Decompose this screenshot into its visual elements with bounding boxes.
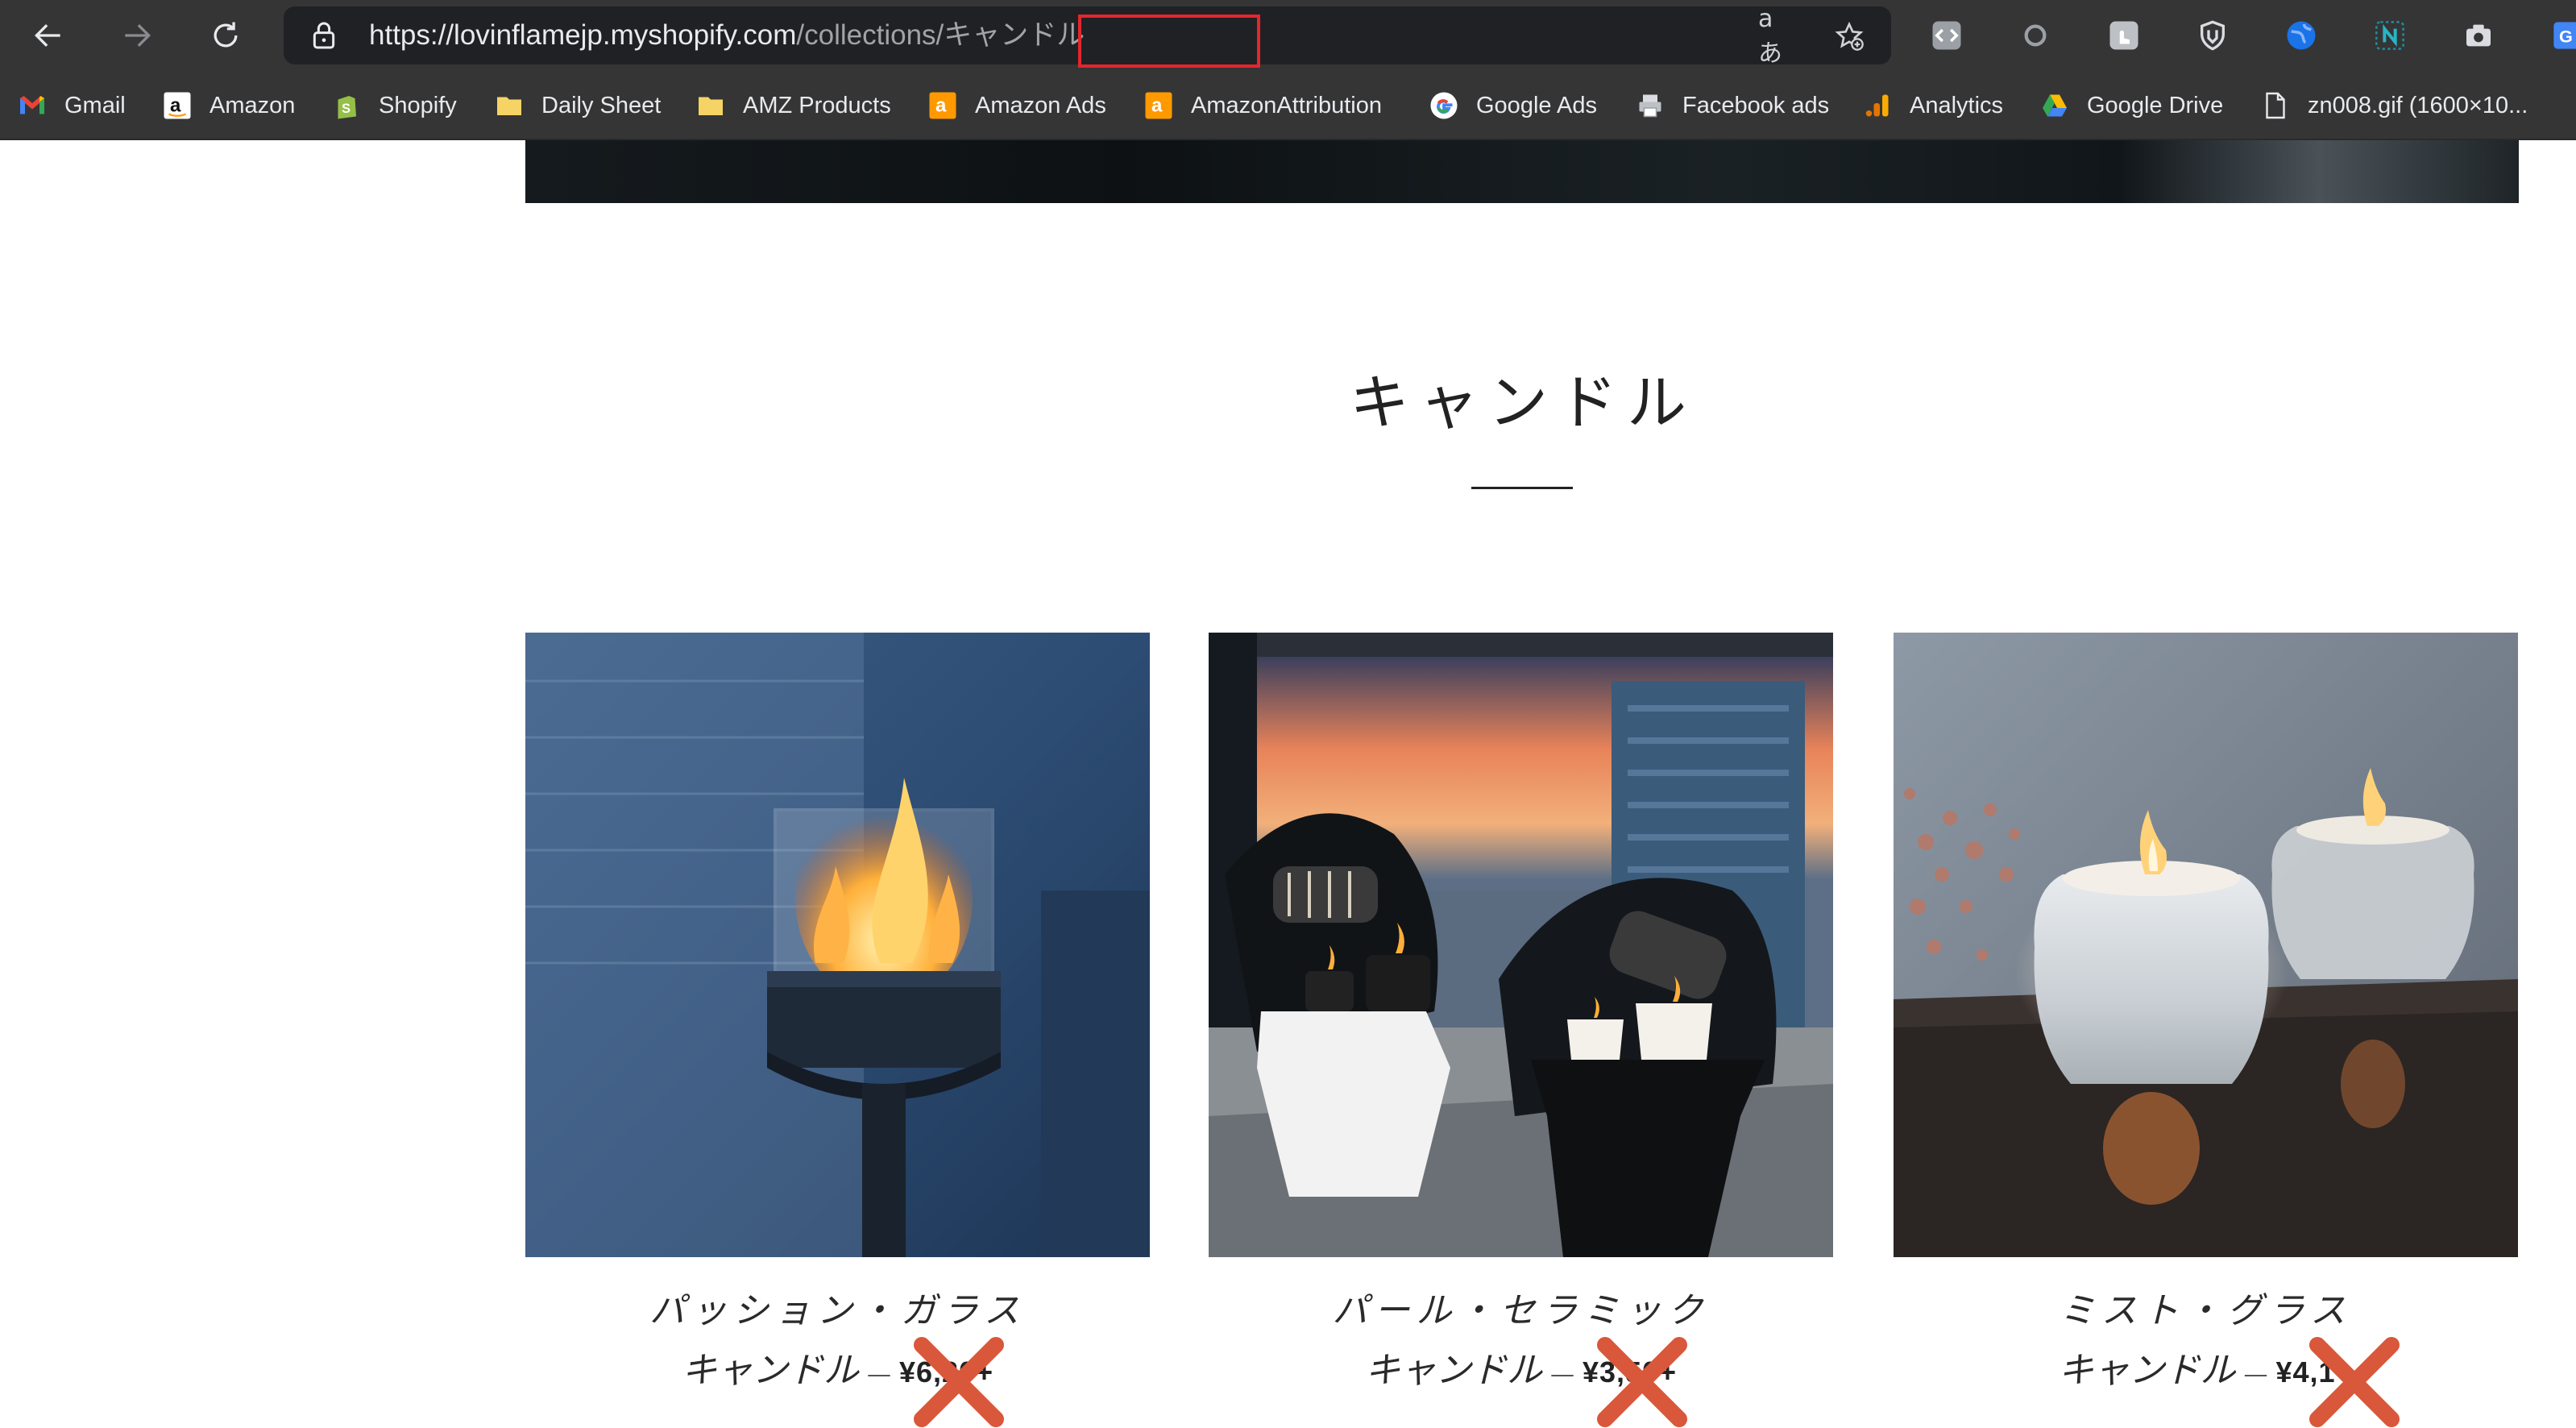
arrow-left-icon — [34, 23, 60, 48]
price-separator: — — [866, 1360, 891, 1389]
lock-icon[interactable] — [308, 19, 340, 52]
product-image-mist-glass-candle[interactable] — [1894, 633, 2518, 1257]
url-highlight-annotation — [1078, 15, 1260, 68]
amazon-icon: a — [163, 91, 192, 120]
file-icon — [2261, 91, 2290, 120]
bookmark-amazon-attribution[interactable]: a AmazonAttribution — [1144, 85, 1382, 126]
amazon-attribution-icon: a — [1144, 91, 1173, 120]
bookmark-facebook-ads[interactable]: Facebook ads — [1636, 85, 1829, 126]
price-separator: — — [1549, 1360, 1574, 1389]
gmail-icon — [18, 91, 47, 120]
shopify-icon: S — [332, 91, 361, 120]
product-name-price-line[interactable]: キャンドル—¥6,20+ — [525, 1341, 1150, 1393]
red-x-mark — [914, 1337, 1004, 1427]
product-name-price-line[interactable]: キャンドル—¥4,1+ — [1894, 1341, 2518, 1393]
analytics-icon — [1863, 91, 1892, 120]
svg-text:S: S — [342, 102, 351, 116]
bookmark-label: Analytics — [1910, 92, 2004, 118]
price-separator: — — [2243, 1360, 2268, 1389]
bookmark-label: AMZ Products — [743, 92, 891, 118]
product-name-line1[interactable]: ミスト・グラス — [1894, 1281, 2518, 1333]
red-x-mark — [2309, 1337, 2400, 1427]
favorite-star-icon[interactable] — [1831, 18, 1868, 55]
hero-banner-image — [525, 140, 2519, 203]
product-name-line1[interactable]: パッション・ガラス — [525, 1281, 1150, 1333]
bookmark-label: Shopify — [379, 92, 457, 118]
bookmark-label: Amazon — [209, 92, 296, 118]
product-name-line2: キャンドル — [681, 1350, 859, 1391]
bookmark-google-drive[interactable]: Google Drive — [2040, 85, 2223, 126]
red-x-mark — [1597, 1337, 1687, 1427]
svg-text:a: a — [170, 95, 181, 117]
bookmark-amz-products[interactable]: AMZ Products — [696, 85, 891, 126]
camera-extension-icon[interactable] — [2458, 15, 2499, 56]
bookmark-label: zn008.gif (1600×10... — [2308, 92, 2528, 118]
translate-extension-icon[interactable]: G — [2546, 15, 2576, 56]
folder-icon — [495, 91, 524, 120]
bookmark-daily-sheet[interactable]: Daily Sheet — [495, 85, 661, 126]
back-button[interactable] — [24, 11, 73, 60]
product-image-passion-glass-candle[interactable] — [525, 633, 1150, 1257]
bookmarks-bar: Gmail a Amazon S Shopify Daily Sheet AMZ… — [0, 71, 2576, 140]
svg-text:a: a — [1151, 95, 1163, 117]
circle-extension-icon[interactable] — [2014, 15, 2056, 56]
product-name-line2: キャンドル — [2058, 1350, 2236, 1391]
bookmark-zn008-gif[interactable]: zn008.gif (1600×10... — [2261, 85, 2528, 126]
reload-icon — [214, 22, 238, 48]
svg-text:G: G — [2559, 26, 2573, 46]
bookmark-shopify[interactable]: S Shopify — [332, 85, 457, 126]
google-icon — [1429, 91, 1458, 120]
product-name-line1[interactable]: パール・セラミック — [1209, 1281, 1833, 1333]
code-extension-icon[interactable] — [1926, 15, 1968, 56]
translate-icon[interactable]: aあ — [1758, 5, 1795, 68]
reload-button[interactable] — [201, 11, 250, 60]
bookmark-gmail[interactable]: Gmail — [18, 85, 126, 126]
product-name-price-line[interactable]: キャンドル—¥3,50+ — [1209, 1341, 1833, 1393]
bookmark-label: Gmail — [64, 92, 126, 118]
folder-icon — [696, 91, 725, 120]
bookmark-analytics[interactable]: Analytics — [1863, 85, 2003, 126]
product-image-pearl-ceramic-candle[interactable] — [1209, 633, 1833, 1257]
address-bar[interactable]: https://lovinflamejp.myshopify.com/colle… — [284, 5, 1891, 68]
arrow-right-icon — [125, 23, 151, 48]
url-text[interactable]: https://lovinflamejp.myshopify.com/colle… — [369, 16, 1085, 55]
url-host: https://lovinflamejp.myshopify.com — [369, 19, 797, 51]
svg-text:a: a — [935, 95, 947, 117]
forward-button[interactable] — [113, 11, 161, 60]
bookmark-label: Google Ads — [1476, 92, 1597, 118]
globe-extension-icon[interactable] — [2280, 15, 2322, 56]
bookmark-label: Google Drive — [2087, 92, 2224, 118]
shield-extension-icon[interactable] — [2192, 15, 2234, 56]
collection-title: キャンドル — [1350, 368, 1696, 438]
hand-extension-icon[interactable] — [2103, 15, 2145, 56]
bookmark-label: Amazon Ads — [975, 92, 1106, 118]
bookmark-amazon-ads[interactable]: a Amazon Ads — [928, 85, 1106, 126]
bookmark-label: Daily Sheet — [541, 92, 662, 118]
printer-icon — [1636, 91, 1665, 120]
bookmark-google-ads[interactable]: Google Ads — [1429, 85, 1597, 126]
title-divider — [1471, 487, 1573, 489]
bookmark-label: AmazonAttribution — [1191, 92, 1382, 118]
bookmark-label: Facebook ads — [1682, 92, 1830, 118]
bookmark-amazon[interactable]: a Amazon — [163, 85, 295, 126]
url-path: /collections/キャンドル — [796, 19, 1085, 51]
amazon-ads-icon: a — [928, 91, 957, 120]
google-drive-icon — [2040, 91, 2069, 120]
n-extension-icon[interactable] — [2369, 15, 2411, 56]
browser-toolbar: https://lovinflamejp.myshopify.com/colle… — [0, 0, 2576, 71]
product-name-line2: キャンドル — [1364, 1350, 1542, 1391]
